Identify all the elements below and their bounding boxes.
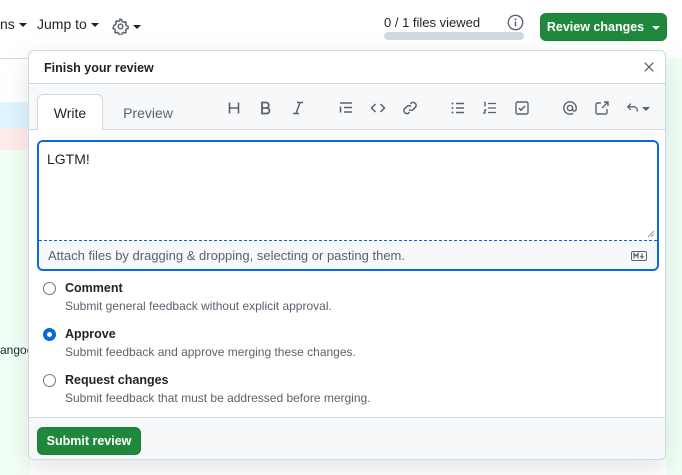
review-changes-button[interactable]: Review changes: [540, 13, 667, 41]
attach-hint: Attach files by dragging & dropping, sel…: [48, 248, 405, 263]
saved-replies-icon[interactable]: [625, 99, 651, 117]
finish-review-popover: Finish your review Write Preview LGTM! A…: [28, 50, 666, 460]
link-icon[interactable]: [401, 99, 419, 117]
diff-added-lines: [0, 150, 30, 475]
tab-write[interactable]: Write: [37, 94, 103, 131]
italic-icon[interactable]: [289, 99, 307, 117]
popover-title: Finish your review: [44, 61, 154, 75]
conversations-label: ns: [0, 16, 15, 32]
option-description: Submit feedback and approve merging thes…: [65, 345, 356, 359]
conversations-menu[interactable]: ns: [0, 16, 27, 32]
info-icon[interactable]: [507, 14, 524, 31]
diff-added-lines-right: [666, 58, 682, 475]
bold-icon[interactable]: [257, 99, 275, 117]
code-icon[interactable]: [369, 99, 387, 117]
task-list-icon[interactable]: [513, 99, 531, 117]
quote-icon[interactable]: [337, 99, 355, 117]
files-viewed-counter: 0 / 1 files viewed: [384, 15, 481, 30]
numbered-list-icon[interactable]: [481, 99, 499, 117]
cross-reference-icon[interactable]: [593, 99, 611, 117]
review-changes-label: Review changes: [546, 20, 645, 34]
close-icon[interactable]: [642, 60, 656, 74]
diff-hunk-header: [0, 102, 30, 128]
option-label: Comment: [65, 281, 123, 295]
option-label: Request changes: [65, 373, 169, 387]
jump-to-label: Jump to: [37, 16, 87, 32]
chevron-down-icon: [642, 106, 650, 111]
gear-icon: [112, 18, 129, 35]
submit-review-button[interactable]: Submit review: [37, 427, 141, 455]
tab-preview[interactable]: Preview: [111, 94, 185, 131]
option-description: Submit general feedback without explicit…: [65, 299, 332, 313]
jump-to-menu[interactable]: Jump to: [37, 16, 99, 32]
comment-radio[interactable]: [43, 282, 56, 295]
tab-write-label: Write: [53, 104, 87, 121]
diff-deleted-line: [0, 128, 30, 150]
editor-header: Write Preview: [29, 84, 665, 131]
comment-editor: Attach files by dragging & dropping, sel…: [37, 140, 659, 271]
popover-header: Finish your review: [29, 51, 665, 84]
option-description: Submit feedback that must be addressed b…: [65, 391, 371, 405]
files-viewed-progress: [384, 32, 524, 40]
top-toolbar: ns Jump to 0 / 1 files viewed Review cha…: [0, 0, 682, 50]
approve-radio[interactable]: [43, 328, 56, 341]
file-attachment-area[interactable]: Attach files by dragging & dropping, sel…: [39, 240, 657, 269]
resize-handle-icon[interactable]: [647, 230, 655, 238]
option-label: Approve: [65, 327, 116, 341]
markdown-icon[interactable]: [631, 251, 647, 261]
request-changes-radio[interactable]: [43, 374, 56, 387]
review-comment-textarea[interactable]: [39, 142, 657, 240]
chevron-down-icon: [90, 22, 99, 27]
chevron-down-icon: [133, 25, 141, 29]
mention-icon[interactable]: [561, 99, 579, 117]
heading-icon[interactable]: [225, 99, 243, 117]
bulleted-list-icon[interactable]: [449, 99, 467, 117]
tab-preview-label: Preview: [123, 104, 173, 121]
diff-settings-button[interactable]: [112, 18, 141, 35]
chevron-down-icon: [652, 25, 661, 30]
chevron-down-icon: [18, 22, 27, 27]
popover-footer: Submit review: [29, 417, 665, 459]
